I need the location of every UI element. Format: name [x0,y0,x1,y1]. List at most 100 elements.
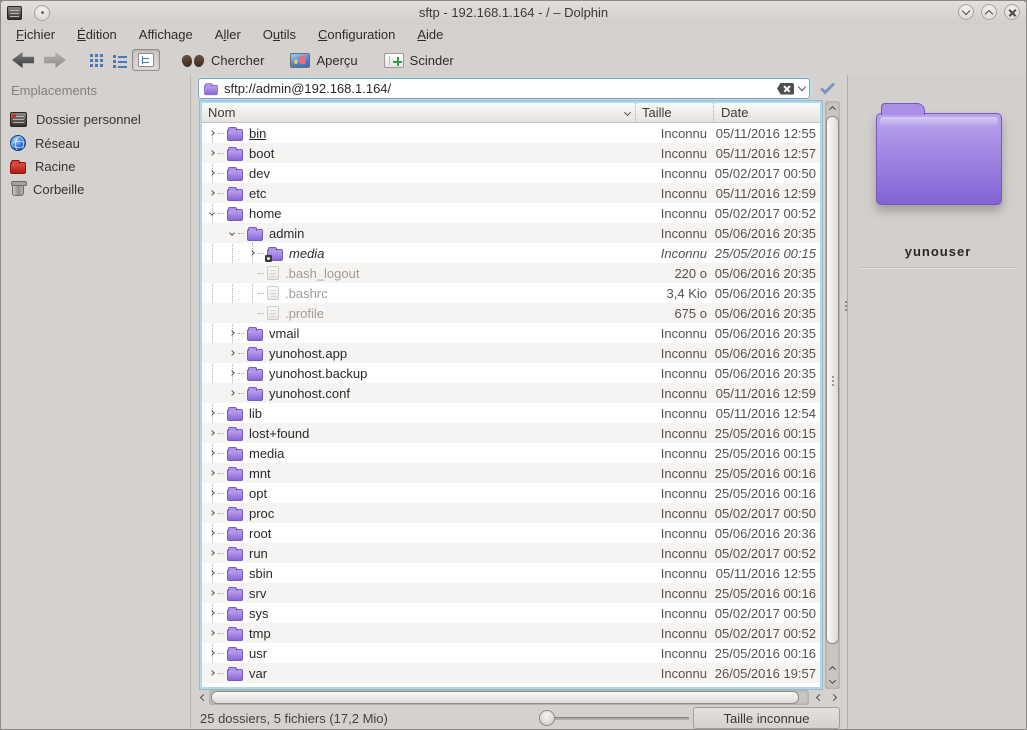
menu-outils[interactable]: Outils [252,25,307,44]
file-row[interactable]: .bashrc3,4 Kio05/06/2016 20:35 [202,283,820,303]
file-row[interactable]: libInconnu05/11/2016 12:54 [202,403,820,423]
file-row[interactable]: .profile675 o05/06/2016 20:35 [202,303,820,323]
file-row[interactable]: yunohost.confInconnu05/11/2016 12:59 [202,383,820,403]
menu-aide[interactable]: Aide [406,25,454,44]
zoom-slider[interactable] [539,708,689,728]
minimize-button[interactable] [958,4,974,20]
place-item-racine[interactable]: Racine [1,155,190,178]
scroll-up-button[interactable] [825,101,840,114]
vertical-scrollbar-thumb[interactable] [826,116,839,644]
place-item-corbeille[interactable]: Corbeille [1,178,190,201]
title-bar[interactable]: sftp - 192.168.1.164 - / – Dolphin [1,1,1026,24]
place-item-re-seau[interactable]: Réseau [1,131,190,155]
vertical-scrollbar[interactable] [825,101,840,689]
file-row[interactable]: sysInconnu05/02/2017 00:50 [202,603,820,623]
file-row[interactable]: adminInconnu05/06/2016 20:35 [202,223,820,243]
preview-button[interactable]: Aperçu [285,50,362,71]
expander-icon[interactable] [206,447,218,459]
scroll-up-button-2[interactable] [825,661,840,674]
find-button[interactable]: Chercher [176,50,269,71]
tree-connector [218,173,224,174]
expander-icon[interactable] [206,647,218,659]
window-menu-button[interactable] [34,5,50,21]
file-row[interactable]: rootInconnu05/06/2016 20:36 [202,523,820,543]
zoom-slider-knob[interactable] [539,710,555,726]
file-row[interactable]: bootInconnu05/11/2016 12:57 [202,143,820,163]
file-row[interactable]: runInconnu05/02/2017 00:52 [202,543,820,563]
column-header-date[interactable]: Date [713,103,820,122]
expander-icon[interactable] [206,127,218,139]
file-row[interactable]: etcInconnu05/11/2016 12:59 [202,183,820,203]
file-row[interactable]: mntInconnu25/05/2016 00:16 [202,463,820,483]
menu-affichage[interactable]: Affichage [128,25,204,44]
forward-button[interactable] [39,49,71,71]
view-details-button[interactable] [108,51,132,70]
expander-icon[interactable] [226,347,238,359]
expander-icon[interactable] [246,247,258,259]
expander-icon[interactable] [206,467,218,479]
column-header-nom[interactable]: Nom [202,103,635,122]
view-icons-button[interactable] [85,51,108,70]
expander-icon[interactable] [206,567,218,579]
file-row[interactable]: usrInconnu25/05/2016 00:16 [202,643,820,663]
clear-icon[interactable] [777,83,794,95]
expander-icon[interactable] [226,387,238,399]
back-button[interactable] [7,49,39,71]
file-row[interactable]: sbinInconnu05/11/2016 12:55 [202,563,820,583]
menu-configuration[interactable]: Configuration [307,25,406,44]
splitter-handle[interactable] [845,301,847,303]
menu-fichier[interactable]: Fichier [5,25,66,44]
expander-icon[interactable] [206,187,218,199]
expander-icon[interactable] [206,607,218,619]
file-row[interactable]: lost+foundInconnu25/05/2016 00:15 [202,423,820,443]
file-row[interactable]: optInconnu25/05/2016 00:16 [202,483,820,503]
file-row[interactable]: mediaInconnu25/05/2016 00:15 [202,443,820,463]
file-row[interactable]: mediaInconnu25/05/2016 00:15 [202,243,820,263]
file-row[interactable]: tmpInconnu05/02/2017 00:52 [202,623,820,643]
file-row[interactable]: devInconnu05/02/2017 00:50 [202,163,820,183]
scroll-down-button[interactable] [825,675,840,688]
file-row[interactable]: binInconnu05/11/2016 12:55 [202,123,820,143]
menu-edition[interactable]: Édition [66,25,128,44]
expander-icon[interactable] [206,667,218,679]
expander-icon[interactable] [206,207,218,219]
expander-icon[interactable] [226,367,238,379]
expander-icon[interactable] [206,527,218,539]
expander-icon[interactable] [206,427,218,439]
scroll-left-button[interactable] [196,690,210,705]
file-row[interactable]: vmailInconnu05/06/2016 20:35 [202,323,820,343]
expander-icon[interactable] [206,547,218,559]
file-row[interactable]: varInconnu26/05/2016 19:57 [202,663,820,683]
expander-icon[interactable] [206,407,218,419]
expander-icon[interactable] [206,507,218,519]
file-row[interactable]: yunohost.backupInconnu05/06/2016 20:35 [202,363,820,383]
expander-icon[interactable] [206,487,218,499]
expander-icon[interactable] [206,147,218,159]
place-item-dossier-personnel[interactable]: Dossier personnel [1,108,190,131]
location-input[interactable]: sftp://admin@192.168.1.164/ [198,78,810,99]
accept-location-button[interactable] [818,78,840,99]
split-button[interactable]: Scinder [379,50,459,71]
file-row[interactable]: .bash_logout220 o05/06/2016 20:35 [202,263,820,283]
horizontal-scrollbar[interactable] [196,690,840,705]
file-row[interactable]: yunohost.appInconnu05/06/2016 20:35 [202,343,820,363]
menu-aller[interactable]: Aller [204,25,252,44]
app-icon[interactable] [7,6,22,20]
file-row[interactable]: srvInconnu25/05/2016 00:16 [202,583,820,603]
close-button[interactable] [1004,4,1020,20]
expander-icon[interactable] [226,327,238,339]
scroll-left-button-2[interactable] [812,690,826,705]
horizontal-scrollbar-track[interactable] [209,690,809,705]
column-header-taille[interactable]: Taille [635,103,713,122]
horizontal-scrollbar-thumb[interactable] [211,691,799,704]
expander-icon[interactable] [206,627,218,639]
expander-icon[interactable] [226,227,238,239]
expander-icon[interactable] [206,587,218,599]
maximize-button[interactable] [981,4,997,20]
view-tree-button[interactable] [132,49,160,71]
expander-icon[interactable] [206,167,218,179]
file-row[interactable]: homeInconnu05/02/2017 00:52 [202,203,820,223]
scroll-right-button[interactable] [826,690,840,705]
file-row[interactable]: procInconnu05/02/2017 00:50 [202,503,820,523]
chevron-down-icon[interactable] [798,83,806,91]
